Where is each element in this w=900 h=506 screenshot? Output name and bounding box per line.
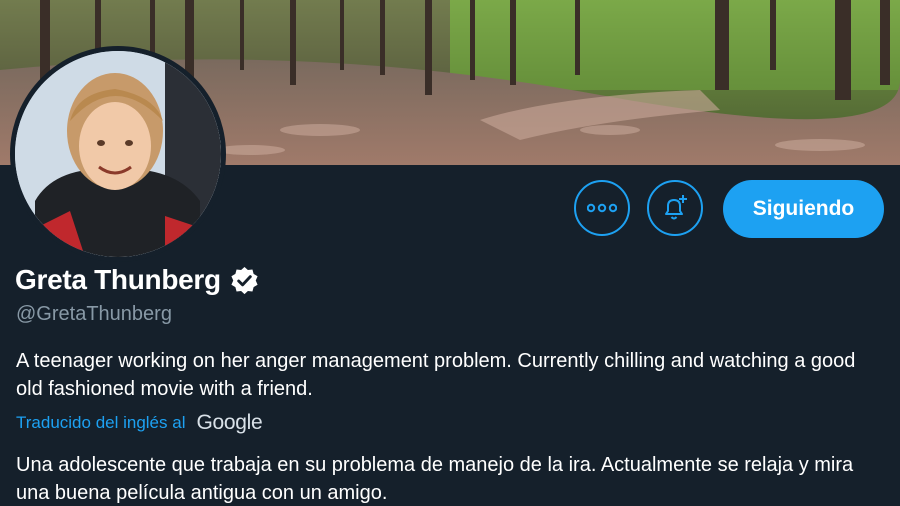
google-logo: Google <box>196 411 263 434</box>
translated-bio: Una adolescente que trabaja en su proble… <box>16 454 854 504</box>
avatar-portrait-image <box>15 51 221 257</box>
translated-from-link[interactable]: Traducido del inglés al <box>16 413 185 433</box>
notifications-button[interactable] <box>647 180 703 236</box>
avatar[interactable] <box>10 46 226 262</box>
verified-badge-icon <box>231 266 258 294</box>
profile-handle: @GretaThunberg <box>16 303 172 325</box>
bell-plus-icon <box>665 195 687 220</box>
profile-page: Siguiendo Greta Thunberg @GretaThunberg … <box>0 0 900 506</box>
more-options-button[interactable] <box>574 180 630 236</box>
profile-bio: A teenager working on her anger manageme… <box>16 350 856 400</box>
following-button[interactable]: Siguiendo <box>723 180 884 238</box>
translation-attribution: Traducido del inglés al Google <box>16 411 263 435</box>
profile-name-row: Greta Thunberg <box>15 264 260 296</box>
avatar-photo <box>15 51 221 257</box>
more-icon <box>587 203 617 213</box>
display-name: Greta Thunberg <box>15 264 221 295</box>
